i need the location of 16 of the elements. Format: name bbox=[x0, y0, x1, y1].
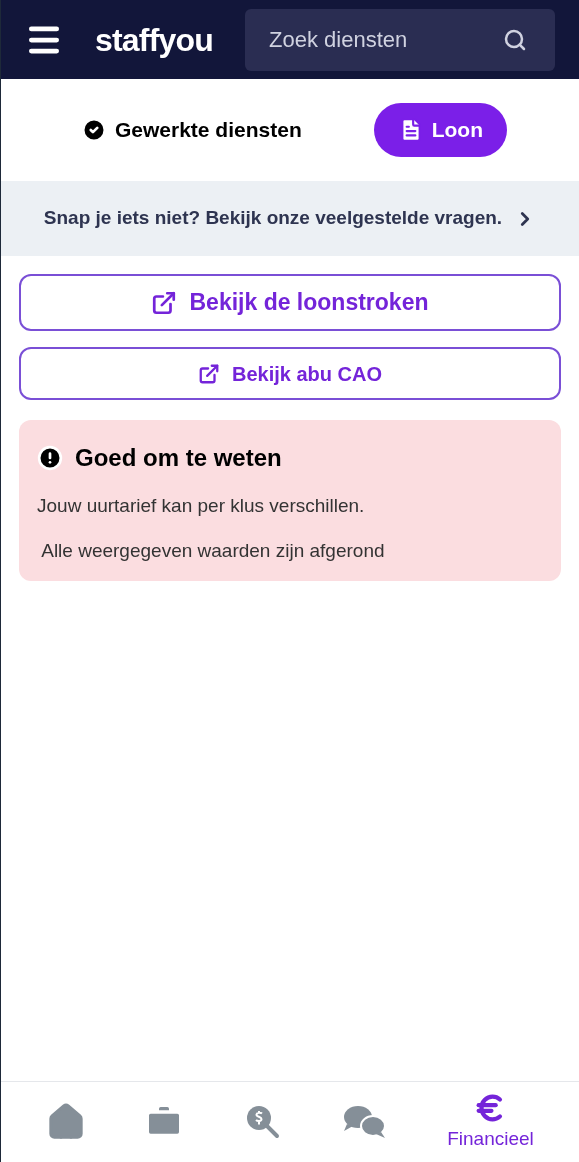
alert-icon bbox=[37, 445, 63, 471]
faq-banner[interactable]: Snap je iets niet? Bekijk onze veelgestelde vragen. bbox=[1, 181, 579, 256]
tab[interactable]: Gewerkte diensten bbox=[73, 103, 310, 157]
notice-text: Jouw uurtarief kan per klus verschillen. bbox=[37, 494, 366, 518]
notice-title: Goed om te weten bbox=[75, 443, 282, 473]
logo: staffyou bbox=[95, 20, 214, 60]
external-link-icon bbox=[197, 362, 220, 385]
check-circle-icon bbox=[81, 117, 107, 143]
search-icon[interactable] bbox=[503, 27, 527, 52]
link-button[interactable]: Bekijk de loonstroken bbox=[19, 274, 561, 331]
tab[interactable]: Loon bbox=[373, 103, 507, 157]
external-link-icon bbox=[151, 289, 178, 316]
nav-item[interactable]: Financieel bbox=[447, 1090, 534, 1154]
notice-text: Alle weergegeven waarden zijn afgerond bbox=[40, 538, 386, 563]
link-button[interactable]: Bekijk abu CAO bbox=[19, 347, 561, 400]
search-field[interactable]: Zoek diensten bbox=[245, 8, 555, 71]
